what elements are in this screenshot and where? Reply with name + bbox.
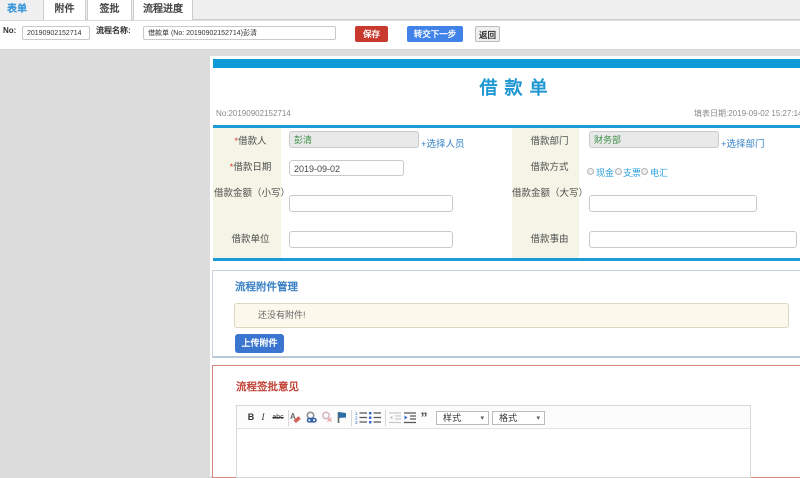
svg-text:3: 3	[355, 420, 358, 424]
